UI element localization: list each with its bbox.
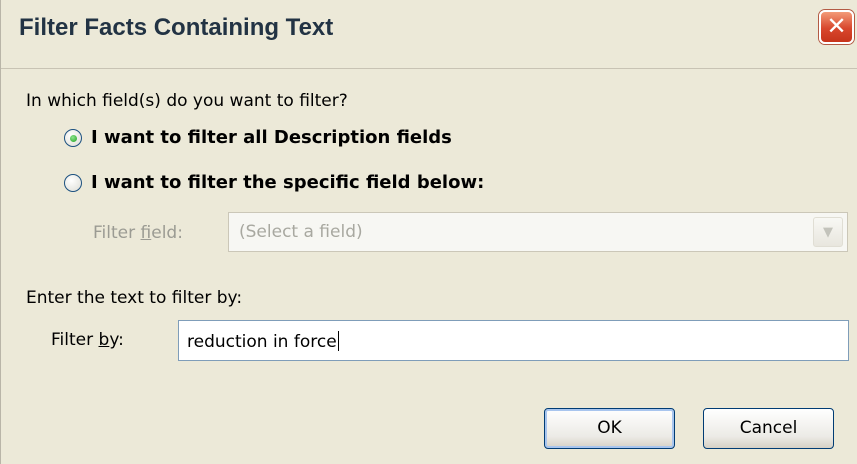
filter-by-label-suffix: y:	[109, 330, 124, 350]
filter-by-input[interactable]: reduction in force	[178, 320, 849, 361]
filter-by-input-value[interactable]: reduction in force	[187, 331, 339, 352]
filter-by-label-accelerator: b	[98, 330, 110, 350]
filter-field-label-suffix: ield:	[151, 223, 183, 243]
filter-text-prompt: Enter the text to filter by:	[26, 288, 243, 308]
radio-all-description-fields[interactable]: I want to filter all Description fields	[64, 127, 452, 148]
chevron-down-icon[interactable]: ▼	[813, 217, 843, 247]
text-caret	[337, 331, 339, 351]
filter-dialog: Filter Facts Containing Text ✕ In which …	[0, 0, 857, 464]
filter-field-label: Filter field:	[93, 223, 183, 243]
filter-scope-question: In which field(s) do you want to filter?	[26, 91, 348, 111]
ok-button[interactable]: OK	[544, 408, 675, 449]
filter-by-label-prefix: Filter	[51, 330, 99, 350]
filter-field-select[interactable]: (Select a field) ▼	[228, 212, 848, 252]
filter-field-selected-value: (Select a field)	[239, 222, 363, 242]
filter-field-label-accelerator: f	[140, 223, 152, 243]
radio-button-unchecked-icon[interactable]	[64, 173, 82, 192]
title-bar[interactable]: Filter Facts Containing Text ✕	[1, 0, 857, 58]
filter-field-label-prefix: Filter	[93, 223, 141, 243]
radio-specific-field[interactable]: I want to filter the specific field belo…	[64, 172, 484, 193]
cancel-button[interactable]: Cancel	[703, 408, 834, 449]
radio-button-checked-icon[interactable]	[64, 128, 82, 147]
radio-specific-field-label[interactable]: I want to filter the specific field belo…	[91, 172, 484, 193]
radio-all-description-label[interactable]: I want to filter all Description fields	[91, 127, 452, 148]
title-separator	[1, 68, 857, 69]
filter-by-input-text: reduction in force	[187, 332, 337, 352]
dialog-title: Filter Facts Containing Text	[19, 14, 334, 41]
close-icon[interactable]: ✕	[819, 10, 854, 44]
filter-by-label: Filter by:	[51, 330, 124, 350]
